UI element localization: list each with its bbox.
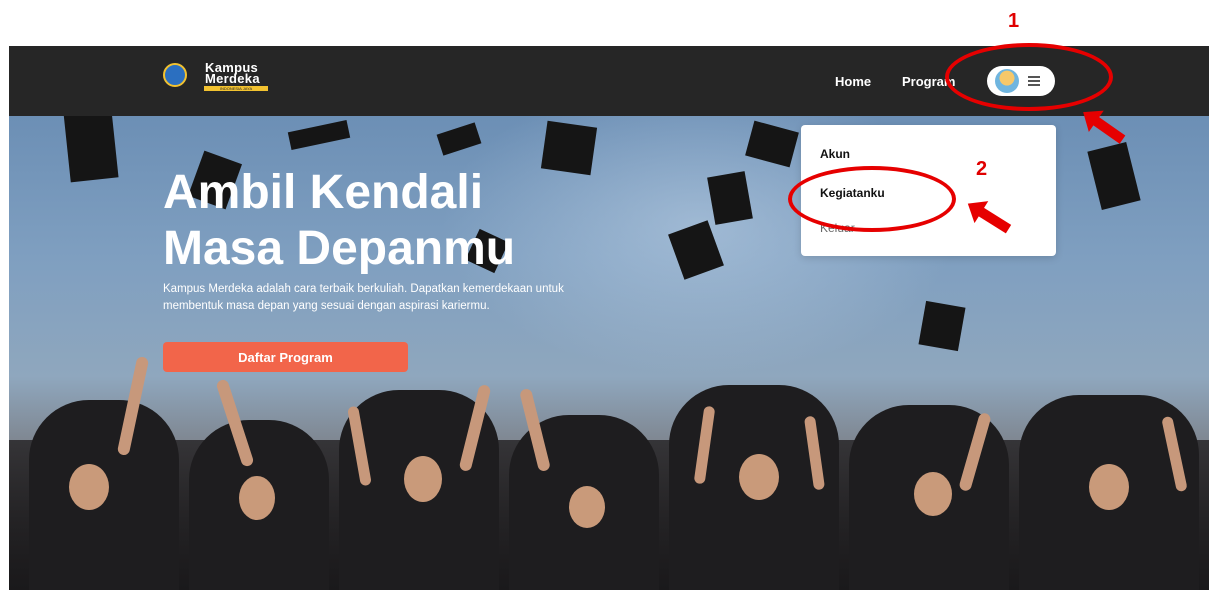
annotation-number-2: 2 [976,158,988,180]
hero-title-line2: Masa Depanmu [163,222,516,275]
graduate-face-shape [69,464,109,510]
graduation-cap-shape [918,300,966,352]
screenshot-canvas: 1 Kampus Merdeka INDONESIA JAYA Home Pro… [0,0,1209,602]
graduate-face-shape [239,476,275,520]
tut-wuri-emblem-icon [163,63,187,87]
kampus-merdeka-logo[interactable]: Kampus Merdeka INDONESIA JAYA [163,59,273,93]
annotation-circle-1 [945,43,1113,111]
graduation-cap-shape [540,120,598,176]
logo-tagline: INDONESIA JAYA [204,86,268,91]
menu-item-akun[interactable]: Akun [820,147,850,161]
nav-link-home[interactable]: Home [835,74,871,89]
logo-text-line2: Merdeka [205,71,260,86]
hero-description: Kampus Merdeka adalah cara terbaik berku… [163,283,564,312]
graduate-face-shape [1089,464,1129,510]
graduate-face-shape [914,472,952,516]
annotation-circle-2 [788,166,956,232]
graduate-face-shape [739,454,779,500]
graduate-face-shape [569,486,605,528]
graduation-cap-shape [707,171,753,225]
hero-title-line1: Ambil Kendali [163,166,484,219]
graduate-face-shape [404,456,442,502]
graduation-cap-shape [287,119,351,151]
graduation-cap-shape [1087,142,1141,210]
daftar-program-button[interactable]: Daftar Program [163,342,408,372]
graduation-cap-shape [63,116,119,183]
annotation-number-1: 1 [1008,10,1020,32]
